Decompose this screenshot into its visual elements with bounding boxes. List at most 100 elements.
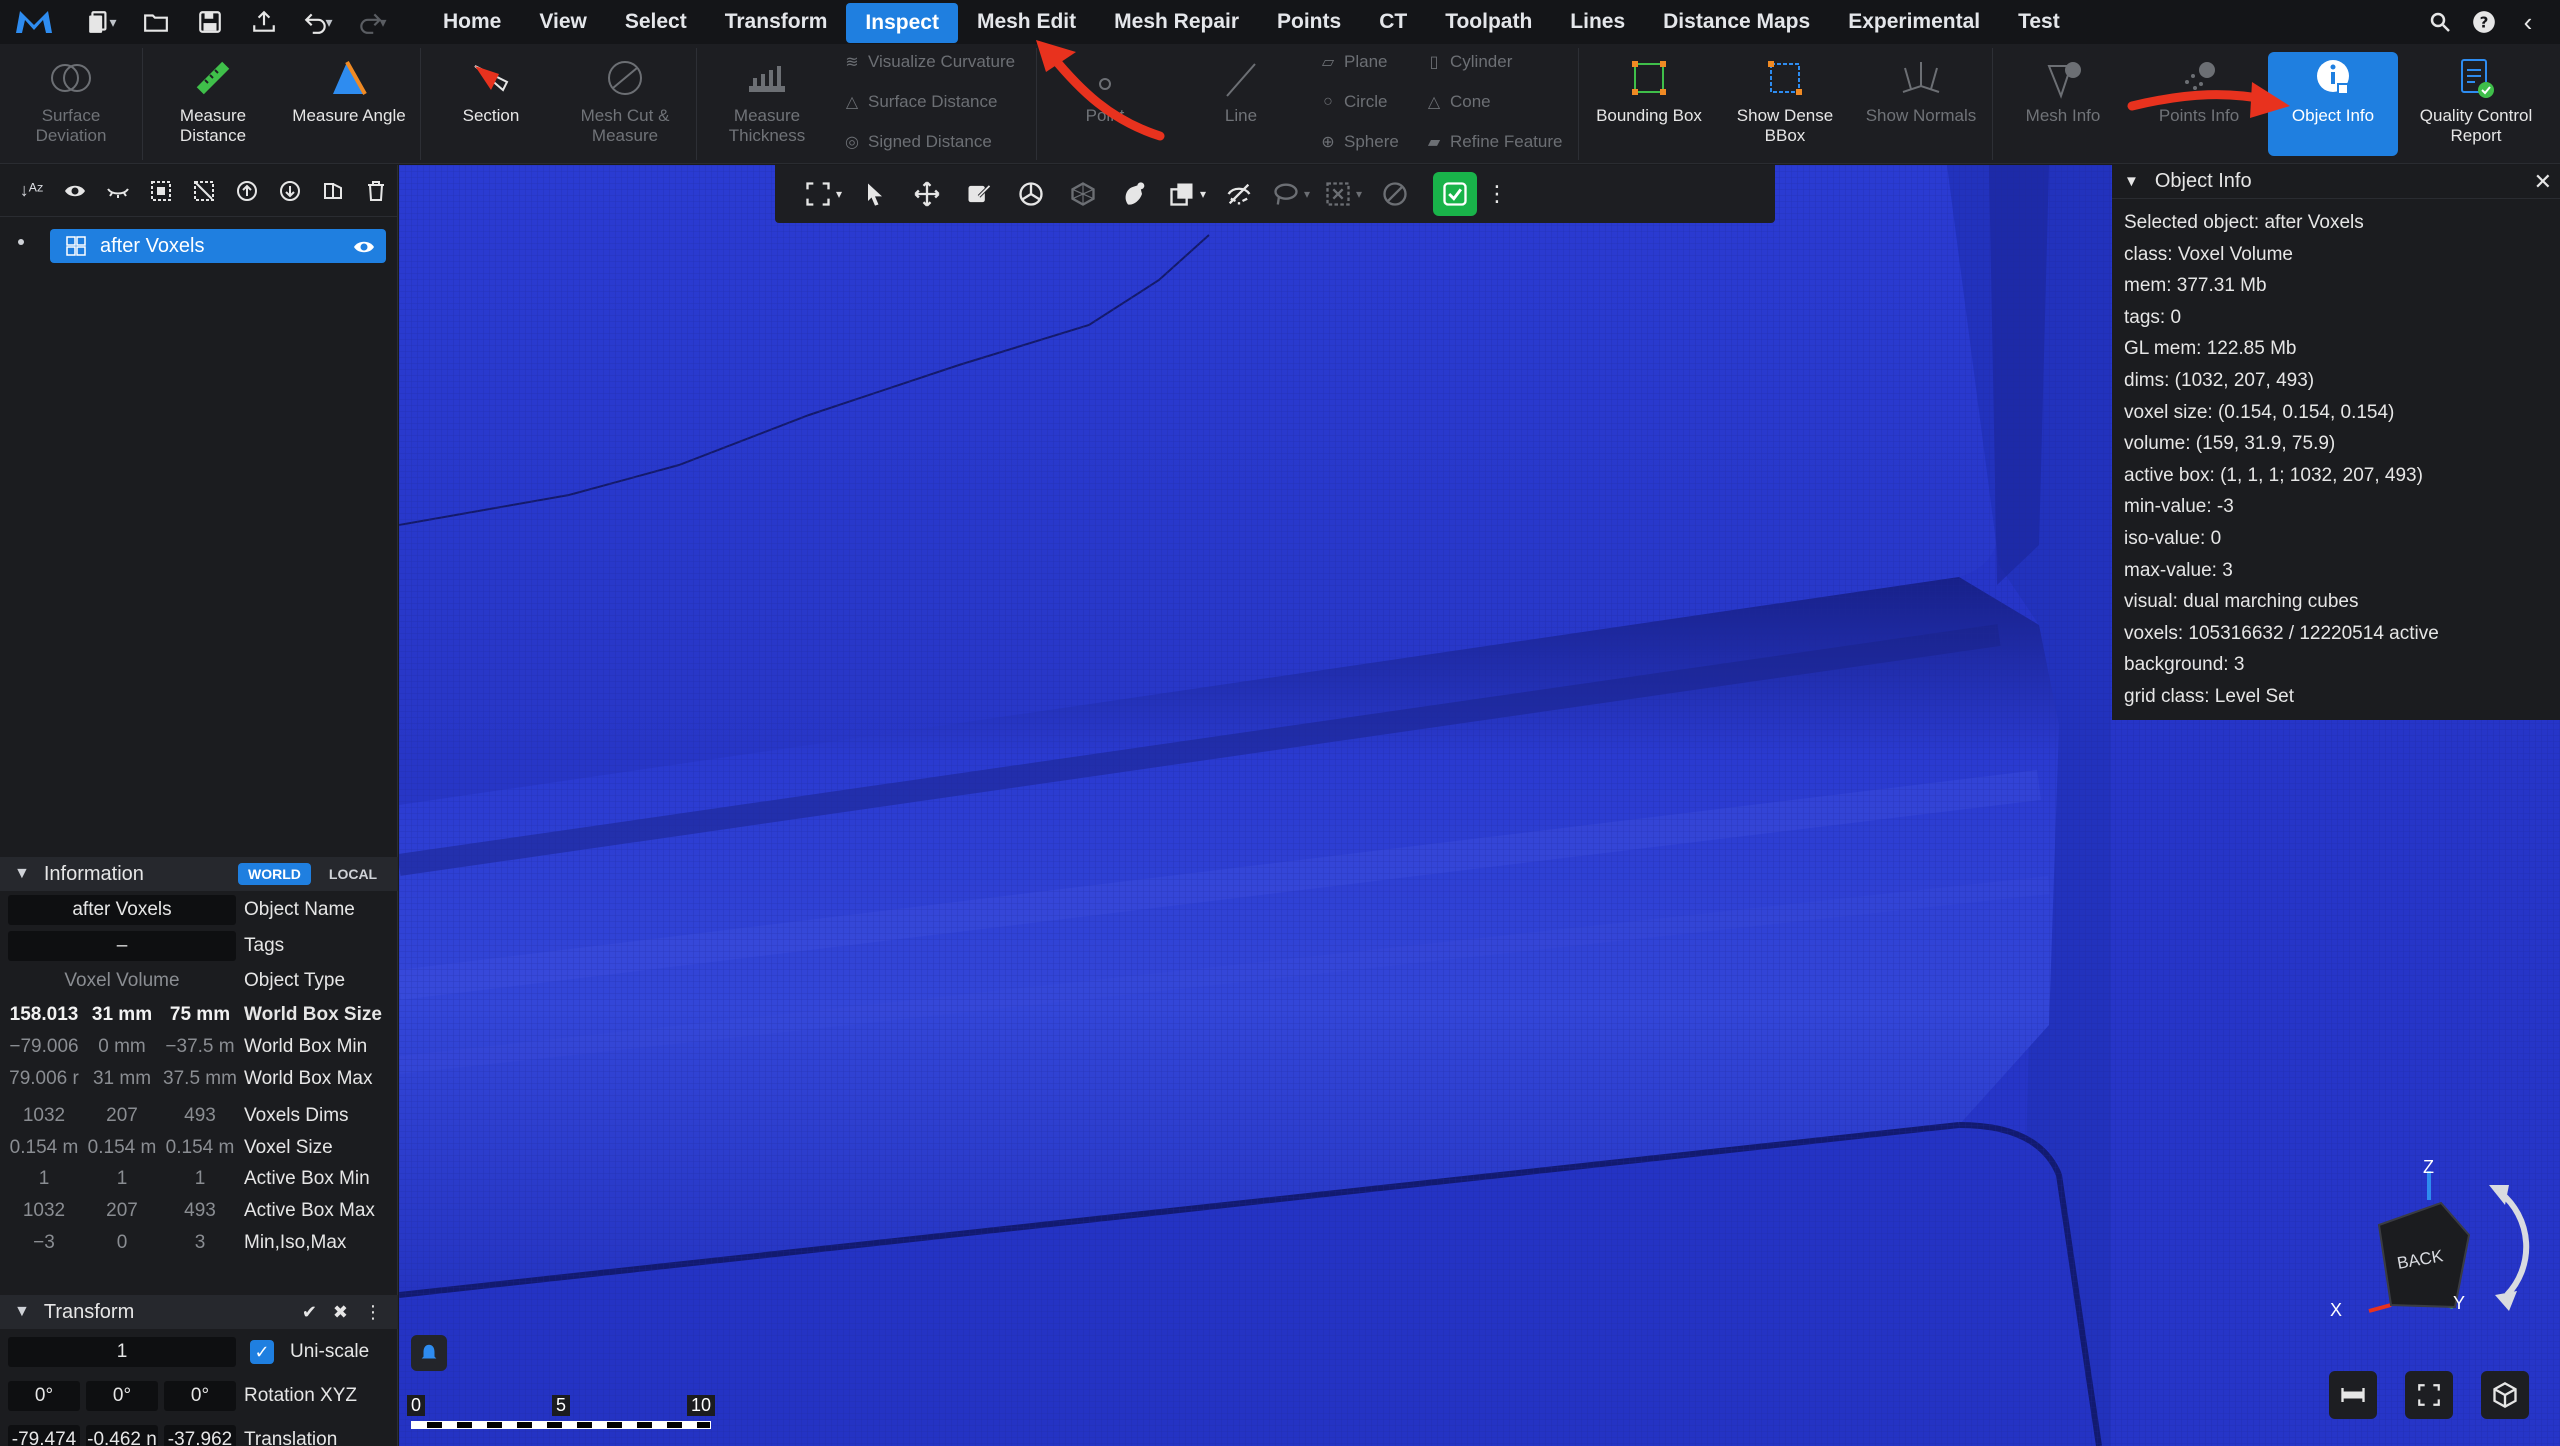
object-info-header[interactable]: ▼ Object Info ✕ — [2112, 165, 2560, 199]
flip-icon[interactable] — [311, 171, 354, 211]
rotate-icon[interactable] — [1005, 172, 1057, 216]
visualize-curvature-button[interactable]: ≋ Visualize Curvature — [842, 48, 1015, 76]
measure-ruler-button[interactable] — [2329, 1371, 2377, 1419]
refine-feature-button[interactable]: ▰ Refine Feature — [1424, 128, 1563, 156]
paint-brush-icon[interactable] — [1109, 172, 1161, 216]
menu-tab-transform[interactable]: Transform — [706, 0, 847, 44]
view-cube[interactable]: BACK — [2329, 1155, 2549, 1385]
mesh-transform-icon[interactable] — [1057, 172, 1109, 216]
visibility-eye-icon[interactable] — [352, 235, 376, 265]
help-icon[interactable]: ? — [2462, 0, 2506, 44]
rotate-arrowhead-bottom — [2495, 1291, 2517, 1311]
confirm-check-icon[interactable] — [1433, 172, 1477, 216]
menu-tab-ct[interactable]: CT — [1360, 0, 1426, 44]
quality-control-report-button[interactable]: Quality Control Report — [2410, 52, 2542, 156]
more-tools-icon[interactable]: ⋮ — [1477, 172, 1517, 216]
menu-tab-select[interactable]: Select — [606, 0, 706, 44]
show-dense-bbox-button[interactable]: Show Dense BBox — [1720, 52, 1850, 156]
menu-tab-lines[interactable]: Lines — [1551, 0, 1644, 44]
surface-distance-button[interactable]: △ Surface Distance — [842, 88, 998, 116]
move-up-icon[interactable] — [225, 171, 268, 211]
view-cube-toggle-button[interactable] — [2481, 1371, 2529, 1419]
redo-icon[interactable]: ▾ — [352, 4, 392, 40]
sort-icon[interactable]: ↓ᴬᶻ — [10, 171, 53, 211]
bounding-box-label: Bounding Box — [1596, 106, 1702, 125]
measure-thickness-button[interactable]: Measure Thickness — [702, 52, 832, 156]
notifications-bell-icon[interactable] — [411, 1335, 447, 1371]
delete-icon[interactable] — [354, 171, 397, 211]
signed-distance-label: Signed Distance — [868, 132, 992, 151]
show-all-eye-icon[interactable] — [53, 171, 96, 211]
hide-all-eye-icon[interactable] — [96, 171, 139, 211]
scene-item-after-voxels[interactable]: after Voxels — [50, 229, 386, 263]
bounding-box-button[interactable]: Bounding Box — [1584, 52, 1714, 156]
menu-tab-inspect[interactable]: Inspect — [846, 3, 958, 43]
object-info-line: voxels: 105316632 / 12220514 active — [2124, 622, 2439, 644]
cylinder-button[interactable]: ▯ Cylinder — [1424, 48, 1513, 76]
search-icon[interactable] — [2418, 0, 2462, 44]
collapse-chevron-icon[interactable]: ‹ — [2506, 0, 2550, 44]
menu-tab-points[interactable]: Points — [1258, 0, 1360, 44]
mesh-info-button[interactable]: Mesh Info — [1998, 52, 2128, 156]
show-normals-button[interactable]: Show Normals — [1856, 52, 1986, 156]
menu-tab-toolpath[interactable]: Toolpath — [1426, 0, 1551, 44]
points-info-button[interactable]: Points Info — [2134, 52, 2264, 156]
export-icon[interactable] — [244, 4, 284, 40]
section-button[interactable]: Section — [426, 52, 556, 156]
point-button[interactable]: Point — [1042, 52, 1168, 156]
rotate-view-arrow-icon[interactable] — [2499, 1190, 2530, 1298]
3d-viewport[interactable]: ▾ ▾ ▾ ▾ ⋮ ▼ Object Info ✕ Selected objec… — [399, 165, 2560, 1446]
close-icon[interactable]: ✕ — [2534, 169, 2552, 195]
world-toggle[interactable]: WORLD — [238, 863, 311, 885]
menu-tab-mesh-edit[interactable]: Mesh Edit — [958, 0, 1095, 44]
bounding-box-icon — [1584, 52, 1714, 100]
report-icon — [2410, 52, 2542, 100]
move-down-icon[interactable] — [268, 171, 311, 211]
surface-deviation-button[interactable]: Surface Deviation — [6, 52, 136, 156]
save-icon[interactable] — [190, 4, 230, 40]
open-folder-icon[interactable] — [136, 4, 176, 40]
quality-control-report-label: Quality Control Report — [2419, 106, 2533, 145]
edit-object-icon[interactable] — [953, 172, 1005, 216]
disable-icon[interactable] — [1369, 172, 1421, 216]
menu-tab-mesh-repair[interactable]: Mesh Repair — [1095, 0, 1258, 44]
circle-button[interactable]: ○ Circle — [1318, 88, 1387, 116]
reset-close-icon[interactable]: ✖ — [333, 1302, 348, 1323]
ribbon-divider — [1578, 48, 1579, 160]
object-name-field[interactable]: after Voxels — [8, 895, 236, 925]
measure-distance-button[interactable]: Measure Distance — [148, 52, 278, 156]
undo-icon[interactable]: ▾ — [298, 4, 338, 40]
plane-button[interactable]: ▱ Plane — [1318, 48, 1388, 76]
sphere-button[interactable]: ⊕ Sphere — [1318, 128, 1399, 156]
object-info-button[interactable]: Object Info — [2268, 52, 2398, 156]
measure-angle-label: Measure Angle — [292, 106, 406, 125]
line-button[interactable]: Line — [1176, 52, 1306, 156]
lasso-icon[interactable]: ▾ — [1265, 172, 1317, 216]
menu-tab-test[interactable]: Test — [1999, 0, 2079, 44]
apply-check-icon[interactable]: ✔ — [302, 1302, 317, 1323]
transform-section-header[interactable]: ▼ Transform ✔ ✖ ⋮ — [0, 1295, 398, 1329]
hide-selected-icon[interactable] — [1213, 172, 1265, 216]
information-section-header[interactable]: ▼ Information WORLD LOCAL — [0, 857, 398, 891]
cone-button[interactable]: △ Cone — [1424, 88, 1491, 116]
menu-tab-view[interactable]: View — [520, 0, 605, 44]
more-options-icon[interactable]: ⋮ — [364, 1302, 382, 1323]
box-select-icon[interactable]: ▾ — [1317, 172, 1369, 216]
menu-tab-experimental[interactable]: Experimental — [1829, 0, 1999, 44]
local-toggle[interactable]: LOCAL — [319, 863, 387, 885]
measure-angle-button[interactable]: Measure Angle — [284, 52, 414, 156]
new-file-icon[interactable]: ▾ — [82, 4, 122, 40]
fit-view-icon[interactable]: ▾ — [797, 172, 849, 216]
select-cursor-icon[interactable] — [849, 172, 901, 216]
deselect-all-icon[interactable] — [182, 171, 225, 211]
duplicate-icon[interactable]: ▾ — [1161, 172, 1213, 216]
signed-distance-button[interactable]: ◎ Signed Distance — [842, 128, 992, 156]
app-logo-icon[interactable] — [14, 7, 54, 37]
tags-field[interactable]: – — [8, 931, 236, 961]
fit-to-screen-button[interactable] — [2405, 1371, 2453, 1419]
mesh-cut-measure-button[interactable]: Mesh Cut & Measure — [560, 52, 690, 156]
select-all-icon[interactable] — [139, 171, 182, 211]
menu-tab-distance-maps[interactable]: Distance Maps — [1644, 0, 1829, 44]
move-icon[interactable] — [901, 172, 953, 216]
menu-tab-home[interactable]: Home — [424, 0, 520, 44]
